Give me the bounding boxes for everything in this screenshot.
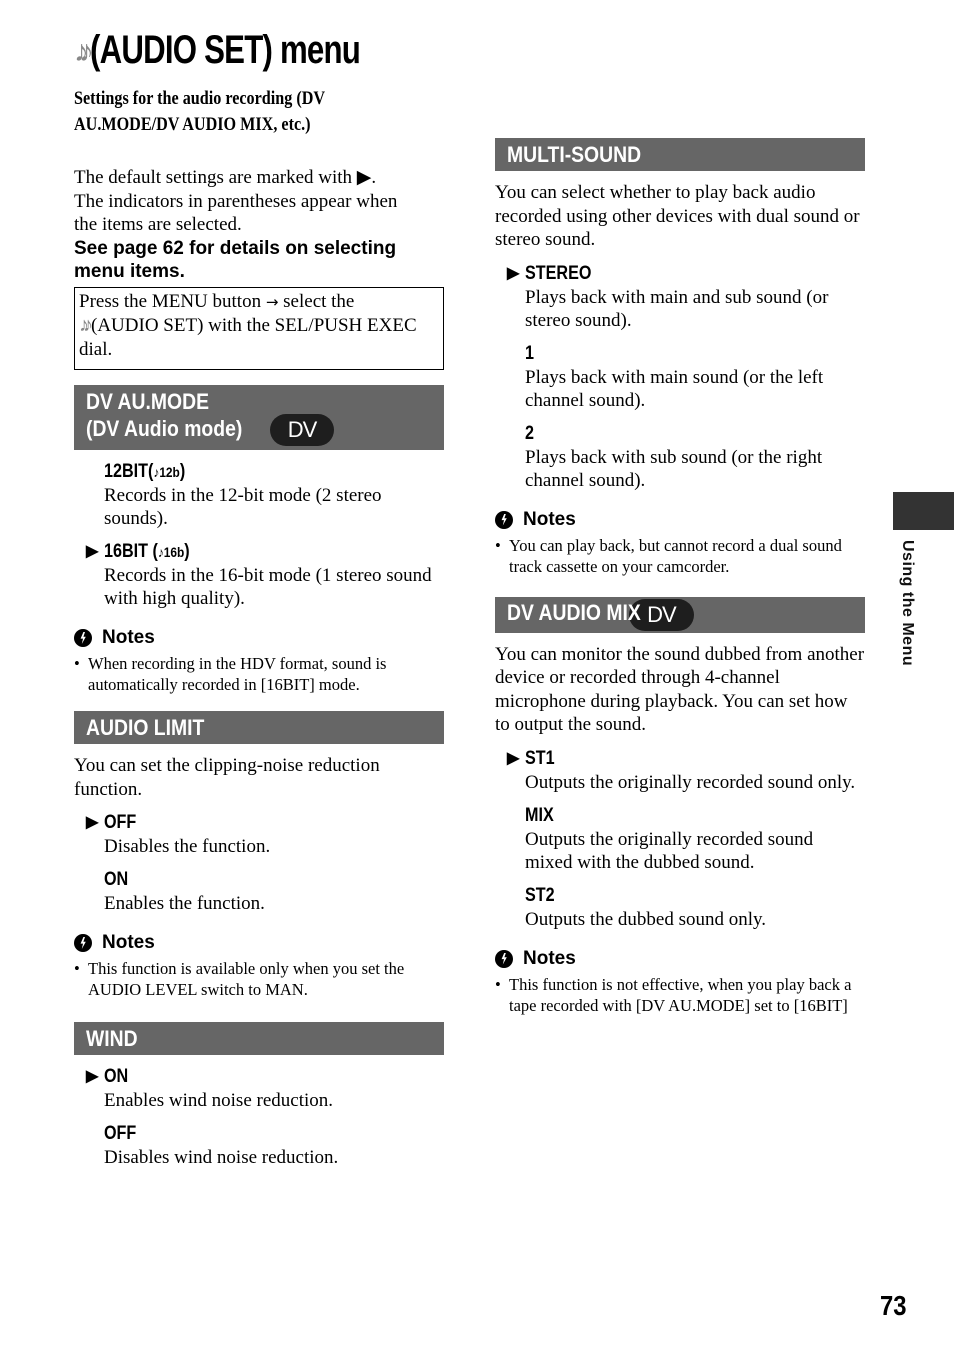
- section-header-dv-au-mode: DV AU.MODE (DV Audio mode) DV: [74, 385, 444, 450]
- notes-icon: [74, 934, 92, 952]
- 12bit-indicator-icon: ♪12b: [153, 464, 180, 480]
- option-2: 2 Plays back with sub sound (or the righ…: [525, 422, 823, 491]
- option-st1: ▶ ST1 Outputs the originally recorded so…: [507, 747, 856, 793]
- see-page-link[interactable]: See page 62 for details on selecting men…: [74, 237, 444, 284]
- notes-icon: [495, 510, 513, 529]
- music-notes-icon: ♪♪: [74, 35, 94, 69]
- intro-text: The default settings are marked with ▶. …: [74, 167, 398, 235]
- note-item: This function is not effective, when you…: [495, 974, 865, 1016]
- default-marker-icon: ▶: [507, 749, 520, 767]
- note-item: When recording in the HDV format, sound …: [74, 653, 444, 695]
- option-stereo: ▶ STEREO Plays back with main and sub so…: [507, 262, 829, 331]
- default-marker-icon: ▶: [86, 1068, 99, 1085]
- section-header-audio-limit: AUDIO LIMIT: [74, 711, 444, 744]
- section-header-dv-audio-mix: DV AUDIO MIX DV: [495, 596, 865, 633]
- notes-icon: [495, 949, 513, 968]
- option-1: 1 Plays back with main sound (or the lef…: [525, 342, 824, 411]
- note-item: This function is available only when you…: [74, 958, 444, 1000]
- section-header-wind: WIND: [74, 1022, 444, 1055]
- option-audio-limit-off: ▶ OFF Disables the function.: [86, 812, 271, 857]
- dv-audio-mix-intro: You can monitor the sound dubbed from an…: [495, 643, 865, 736]
- default-marker-icon: ▶: [86, 814, 99, 831]
- right-column: MULTI-SOUND You can select whether to pl…: [495, 138, 865, 1016]
- page-subtitle: Settings for the audio recording (DV AU.…: [74, 88, 326, 135]
- option-16bit: ▶ 16BIT (♪16b) Records in the 16-bit mod…: [86, 541, 432, 609]
- music-notes-icon: ♪♪: [79, 314, 93, 336]
- section-header-multi-sound: MULTI-SOUND: [495, 138, 865, 171]
- notes-heading: Notes: [74, 626, 444, 650]
- notes-heading: Notes: [495, 947, 865, 971]
- procedure-box: Press the MENU button → select the ♪♪ (AU…: [74, 286, 444, 370]
- option-wind-on: ▶ ON Enables wind noise reduction.: [86, 1066, 334, 1111]
- option-audio-limit-on: ON Enables the function.: [104, 869, 265, 914]
- notes-heading: Notes: [495, 508, 865, 532]
- side-tab-label: Using the Menu: [899, 540, 916, 667]
- note-item: You can play back, but cannot record a d…: [495, 535, 865, 577]
- default-marker-icon: ▶: [507, 264, 520, 282]
- page-number: 73: [880, 1290, 907, 1321]
- dv-badge: DV: [269, 414, 335, 446]
- option-12bit: 12BIT(♪12b) Records in the 12-bit mode (…: [104, 461, 382, 529]
- side-tab-marker: [893, 492, 954, 530]
- default-marker-icon: ▶: [86, 543, 99, 560]
- multi-sound-intro: You can select whether to play back audi…: [495, 182, 860, 250]
- notes-heading: Notes: [74, 931, 444, 955]
- page-title: ♪♪ (AUDIO SET) menu: [74, 28, 361, 72]
- audio-limit-intro: You can set the clipping-noise reduction…: [74, 755, 380, 800]
- option-mix: MIX Outputs the originally recorded soun…: [525, 804, 814, 873]
- arrow-right-icon: →: [265, 292, 279, 311]
- option-st2: ST2 Outputs the dubbed sound only.: [525, 884, 767, 930]
- 16bit-indicator-icon: ♪16b: [157, 544, 185, 560]
- option-wind-off: OFF Disables wind noise reduction.: [104, 1123, 339, 1168]
- notes-icon: [74, 629, 92, 647]
- left-column: The default settings are marked with ▶. …: [74, 166, 444, 1169]
